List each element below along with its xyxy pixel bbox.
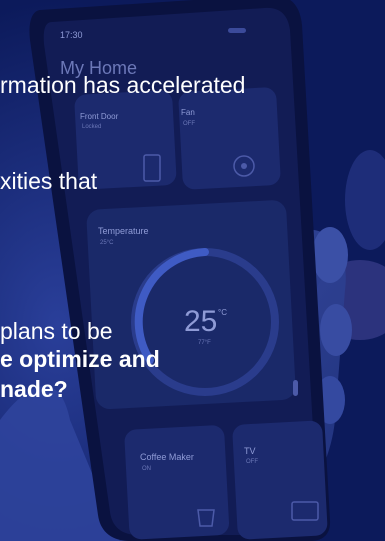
tile-tv-name: TV <box>244 446 256 456</box>
slide-line-2: xities that <box>0 168 98 194</box>
thermostat-unit: °C <box>218 308 227 317</box>
slide-line-1: rmation has accelerated <box>0 72 246 98</box>
tile-fan-status: OFF <box>183 121 195 127</box>
tile-temperature-status: 25°C <box>100 240 114 246</box>
slide-line-3: plans to be <box>0 318 113 344</box>
slide-line-5: nade? <box>0 376 68 402</box>
tile-coffee-maker-name: Coffee Maker <box>140 452 194 462</box>
slide-line-4: e optimize and <box>0 346 160 372</box>
tile-front-door-name: Front Door <box>80 112 119 121</box>
tile-coffee-maker-status: ON <box>142 466 151 472</box>
thermostat-sub: 77°F <box>198 340 211 346</box>
tile-front-door-status: Locked <box>82 124 102 130</box>
phone-time: 17:30 <box>60 30 83 40</box>
tile-tv-status: OFF <box>246 459 258 465</box>
thermostat-value: 25 <box>184 305 218 338</box>
tile-fan-name: Fan <box>181 108 195 117</box>
tile-temperature-name: Temperature <box>98 226 149 236</box>
